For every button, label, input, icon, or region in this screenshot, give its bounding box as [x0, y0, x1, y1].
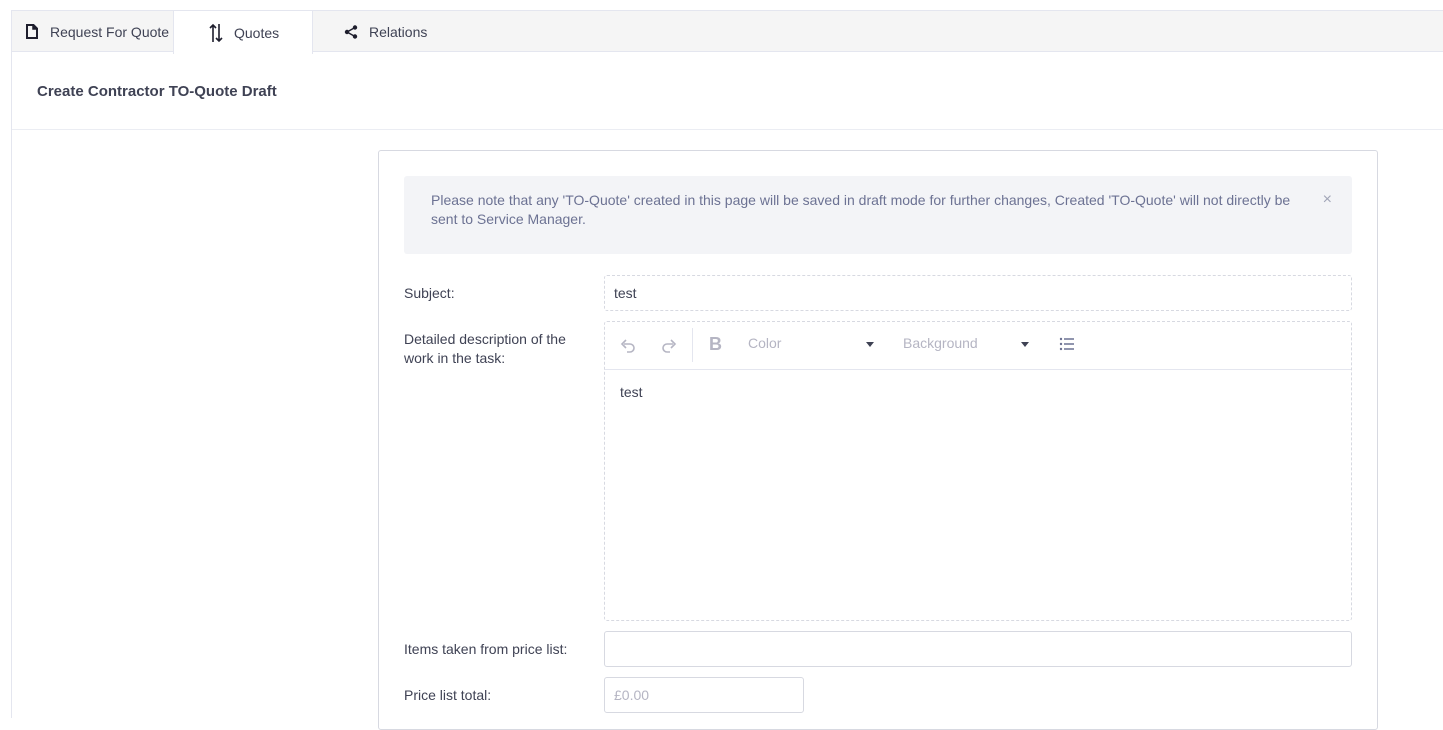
- description-label: Detailed description of the work in the …: [404, 331, 566, 366]
- items-field[interactable]: [604, 631, 1352, 667]
- sort-arrows-icon: [206, 23, 226, 43]
- redo-icon[interactable]: [660, 336, 678, 354]
- draft-info-alert: Please note that any 'TO-Quote' created …: [404, 176, 1352, 254]
- page-header: Create Contractor TO-Quote Draft: [12, 52, 1443, 130]
- items-label: Items taken from price list:: [404, 641, 568, 657]
- editor-content[interactable]: test: [605, 370, 1351, 414]
- price-total-placeholder: £0.00: [614, 687, 650, 703]
- bullet-list-icon[interactable]: [1059, 336, 1075, 352]
- editor-toolbar: B Color Background: [605, 322, 1351, 370]
- caret-down-icon: [866, 342, 874, 347]
- tab-label: Quotes: [234, 24, 280, 41]
- color-dropdown-label: Color: [748, 335, 782, 351]
- quote-form-card: Please note that any 'TO-Quote' created …: [378, 150, 1378, 730]
- tab-label: Request For Quote: [50, 23, 170, 40]
- tab-request-for-quote[interactable]: Request For Quote: [12, 10, 173, 53]
- subject-field[interactable]: test: [604, 275, 1352, 311]
- undo-icon[interactable]: [619, 336, 637, 354]
- bold-button[interactable]: B: [709, 334, 722, 355]
- tab-quotes[interactable]: Quotes: [173, 10, 313, 54]
- share-icon: [341, 24, 361, 39]
- price-total-label: Price list total:: [404, 687, 492, 703]
- alert-text: Please note that any 'TO-Quote' created …: [431, 192, 1291, 227]
- subject-label: Subject:: [404, 285, 455, 301]
- tab-relations[interactable]: Relations: [313, 10, 453, 53]
- subject-value: test: [614, 285, 637, 301]
- description-editor[interactable]: B Color Background test: [604, 321, 1352, 621]
- color-dropdown[interactable]: Color: [748, 335, 878, 351]
- document-icon: [22, 24, 42, 39]
- price-total-field[interactable]: £0.00: [604, 677, 804, 713]
- tab-bar: Request For Quote Quotes Relations: [11, 10, 1443, 54]
- page-title: Create Contractor TO-Quote Draft: [37, 83, 277, 100]
- caret-down-icon: [1021, 342, 1029, 347]
- background-dropdown-label: Background: [903, 335, 978, 351]
- close-icon[interactable]: ×: [1323, 190, 1332, 209]
- tab-label: Relations: [369, 23, 428, 40]
- background-dropdown[interactable]: Background: [903, 335, 1033, 351]
- toolbar-divider: [692, 328, 693, 362]
